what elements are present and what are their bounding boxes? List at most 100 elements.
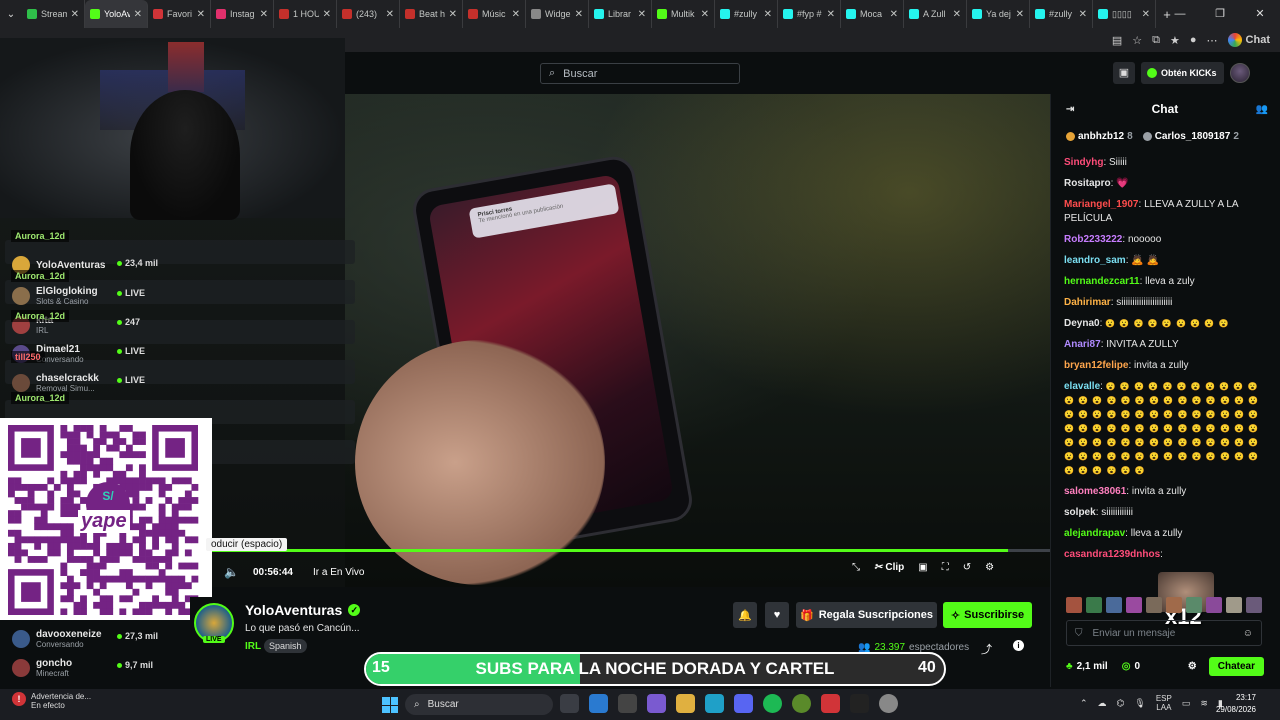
chat-username[interactable]: Rob2233222: [1064, 234, 1122, 245]
streamer-name[interactable]: YoloAventuras ✓: [245, 602, 361, 618]
discord-app-icon[interactable]: [734, 694, 753, 713]
get-kicks-button[interactable]: Obtén KICKs: [1141, 62, 1224, 84]
browser-tab[interactable]: #zully ✕: [1030, 0, 1093, 28]
tab-close-icon[interactable]: ✕: [260, 9, 268, 20]
chat-username[interactable]: elavalle: [1064, 381, 1100, 392]
browser-tab[interactable]: Moca ✕: [841, 0, 904, 28]
tab-close-icon[interactable]: ✕: [827, 9, 835, 20]
emote-slot[interactable]: [1186, 597, 1202, 613]
extension-icon[interactable]: ⧉: [1152, 34, 1160, 47]
network-tray-icon[interactable]: ⌬: [1117, 698, 1125, 709]
close-window-icon[interactable]: ✕: [1240, 0, 1280, 28]
bookmark-star-icon[interactable]: ☆: [1132, 34, 1142, 47]
language-indicator[interactable]: ESP LAA: [1156, 694, 1172, 712]
restore-icon[interactable]: ❐: [1200, 0, 1240, 28]
app-icon[interactable]: [821, 694, 840, 713]
tab-close-icon[interactable]: ✕: [386, 9, 394, 20]
browser-tab[interactable]: Ya dej ✕: [967, 0, 1030, 28]
taskbar-clock[interactable]: 23:17 29/08/2026: [1216, 692, 1256, 716]
subscribe-button[interactable]: ✧ Suscribirse: [943, 602, 1032, 628]
chat-username[interactable]: Deyna0: [1064, 318, 1100, 329]
tab-list-icon[interactable]: ⌄: [0, 9, 22, 20]
spotify-app-icon[interactable]: [763, 694, 782, 713]
tiktok-app-icon[interactable]: [850, 694, 869, 713]
chat-username[interactable]: hernandezcar11: [1064, 276, 1140, 287]
tab-close-icon[interactable]: ✕: [575, 9, 583, 20]
wifi-icon[interactable]: ≋: [1200, 698, 1208, 709]
browser-tab[interactable]: 1 HOU ✕: [274, 0, 337, 28]
emote-slot[interactable]: [1206, 597, 1222, 613]
theater-mode-icon[interactable]: ⤡: [852, 562, 860, 573]
language-tag[interactable]: Spanish: [264, 639, 307, 653]
browser-tab[interactable]: Beat h ✕: [400, 0, 463, 28]
chat-input[interactable]: ⛉ Enviar un mensaje ☺: [1066, 620, 1262, 646]
browser-tab[interactable]: #zully ✕: [715, 0, 778, 28]
reader-icon[interactable]: ▤: [1112, 34, 1122, 47]
chat-settings-gear-icon[interactable]: ⚙: [1188, 661, 1197, 672]
chat-username[interactable]: leandro_sam: [1064, 255, 1126, 266]
xbox-app-icon[interactable]: [792, 694, 811, 713]
browser-tab[interactable]: Stream ✕: [22, 0, 85, 28]
chat-username[interactable]: bryan12felipe: [1064, 360, 1128, 371]
emote-slot[interactable]: [1246, 597, 1262, 613]
emote-slot[interactable]: [1226, 597, 1242, 613]
emoji-icon[interactable]: ☺: [1243, 628, 1253, 639]
notes-app-icon[interactable]: [589, 694, 608, 713]
browser-tab[interactable]: Widge ✕: [526, 0, 589, 28]
rewind-icon[interactable]: ↺: [963, 562, 971, 573]
top-gifter[interactable]: Carlos_1809187 2: [1142, 131, 1239, 142]
chat-users-icon[interactable]: 👥: [1256, 104, 1268, 115]
chat-username[interactable]: Rositapro: [1064, 178, 1111, 189]
browser-tab[interactable]: #fyp # ✕: [778, 0, 841, 28]
tab-close-icon[interactable]: ✕: [323, 9, 331, 20]
chat-username[interactable]: Sindyhg: [1064, 157, 1103, 168]
tab-close-icon[interactable]: ✕: [1016, 9, 1024, 20]
gift-subs-button[interactable]: 🎁 Regala Suscripciones: [796, 602, 937, 628]
task-view-icon[interactable]: [560, 694, 579, 713]
more-menu-icon[interactable]: ⋯: [1207, 34, 1218, 47]
emote-slot[interactable]: [1166, 597, 1182, 613]
fullscreen-icon[interactable]: ⛶: [942, 562, 949, 573]
browser-tab[interactable]: A Zull ✕: [904, 0, 967, 28]
minimize-icon[interactable]: —: [1160, 0, 1200, 28]
browser-tab[interactable]: YoloAv ✕: [85, 0, 148, 28]
warning-notification[interactable]: ! Advertencia de... En efecto: [12, 692, 91, 710]
taskbar-search[interactable]: ⌕ Buscar: [405, 694, 553, 715]
sidebar-toggle-button[interactable]: ▣: [1113, 62, 1135, 84]
tab-close-icon[interactable]: ✕: [638, 9, 646, 20]
edge-app-icon[interactable]: [705, 694, 724, 713]
tab-close-icon[interactable]: ✕: [134, 9, 142, 20]
browser-tab[interactable]: Músic ✕: [463, 0, 526, 28]
mic-icon[interactable]: 🎙: [1134, 698, 1145, 709]
emote-slot[interactable]: [1086, 597, 1102, 613]
tab-close-icon[interactable]: ✕: [1142, 9, 1150, 20]
tab-close-icon[interactable]: ✕: [449, 9, 457, 20]
profile-icon[interactable]: ●: [1190, 34, 1197, 46]
pip-icon[interactable]: ▣: [918, 562, 927, 573]
tab-close-icon[interactable]: ✕: [197, 9, 205, 20]
tab-close-icon[interactable]: ✕: [512, 9, 520, 20]
user-avatar[interactable]: [1230, 63, 1250, 83]
display-icon[interactable]: ▭: [1182, 698, 1191, 709]
search-input[interactable]: ⌕ Buscar: [540, 63, 740, 84]
folder-app-icon[interactable]: [676, 694, 695, 713]
chat-username[interactable]: Dahirimar: [1064, 297, 1111, 308]
emote-slot[interactable]: [1106, 597, 1122, 613]
browser-tab[interactable]: Instag ✕: [211, 0, 274, 28]
tab-close-icon[interactable]: ✕: [71, 9, 79, 20]
browser-tab[interactable]: Multik ✕: [652, 0, 715, 28]
follow-button[interactable]: ♥: [765, 602, 789, 628]
kicks-balance[interactable]: ◎ 0: [1122, 661, 1140, 672]
tab-close-icon[interactable]: ✕: [1079, 9, 1087, 20]
category-link[interactable]: IRL: [245, 641, 261, 652]
emote-slot[interactable]: [1066, 597, 1082, 613]
copilot-chat-button[interactable]: Chat: [1227, 33, 1270, 47]
tab-close-icon[interactable]: ✕: [764, 9, 772, 20]
store-app-icon[interactable]: [618, 694, 637, 713]
top-gifter[interactable]: anbhzb12 8: [1066, 131, 1133, 142]
channel-points[interactable]: ♣ 2,1 mil: [1066, 661, 1108, 672]
volume-icon[interactable]: 🔈: [224, 565, 239, 579]
chat-username[interactable]: solpek: [1064, 507, 1096, 518]
browser-tab[interactable]: (243) ✕: [337, 0, 400, 28]
go-live-button[interactable]: Ir a En Vivo: [313, 567, 365, 578]
